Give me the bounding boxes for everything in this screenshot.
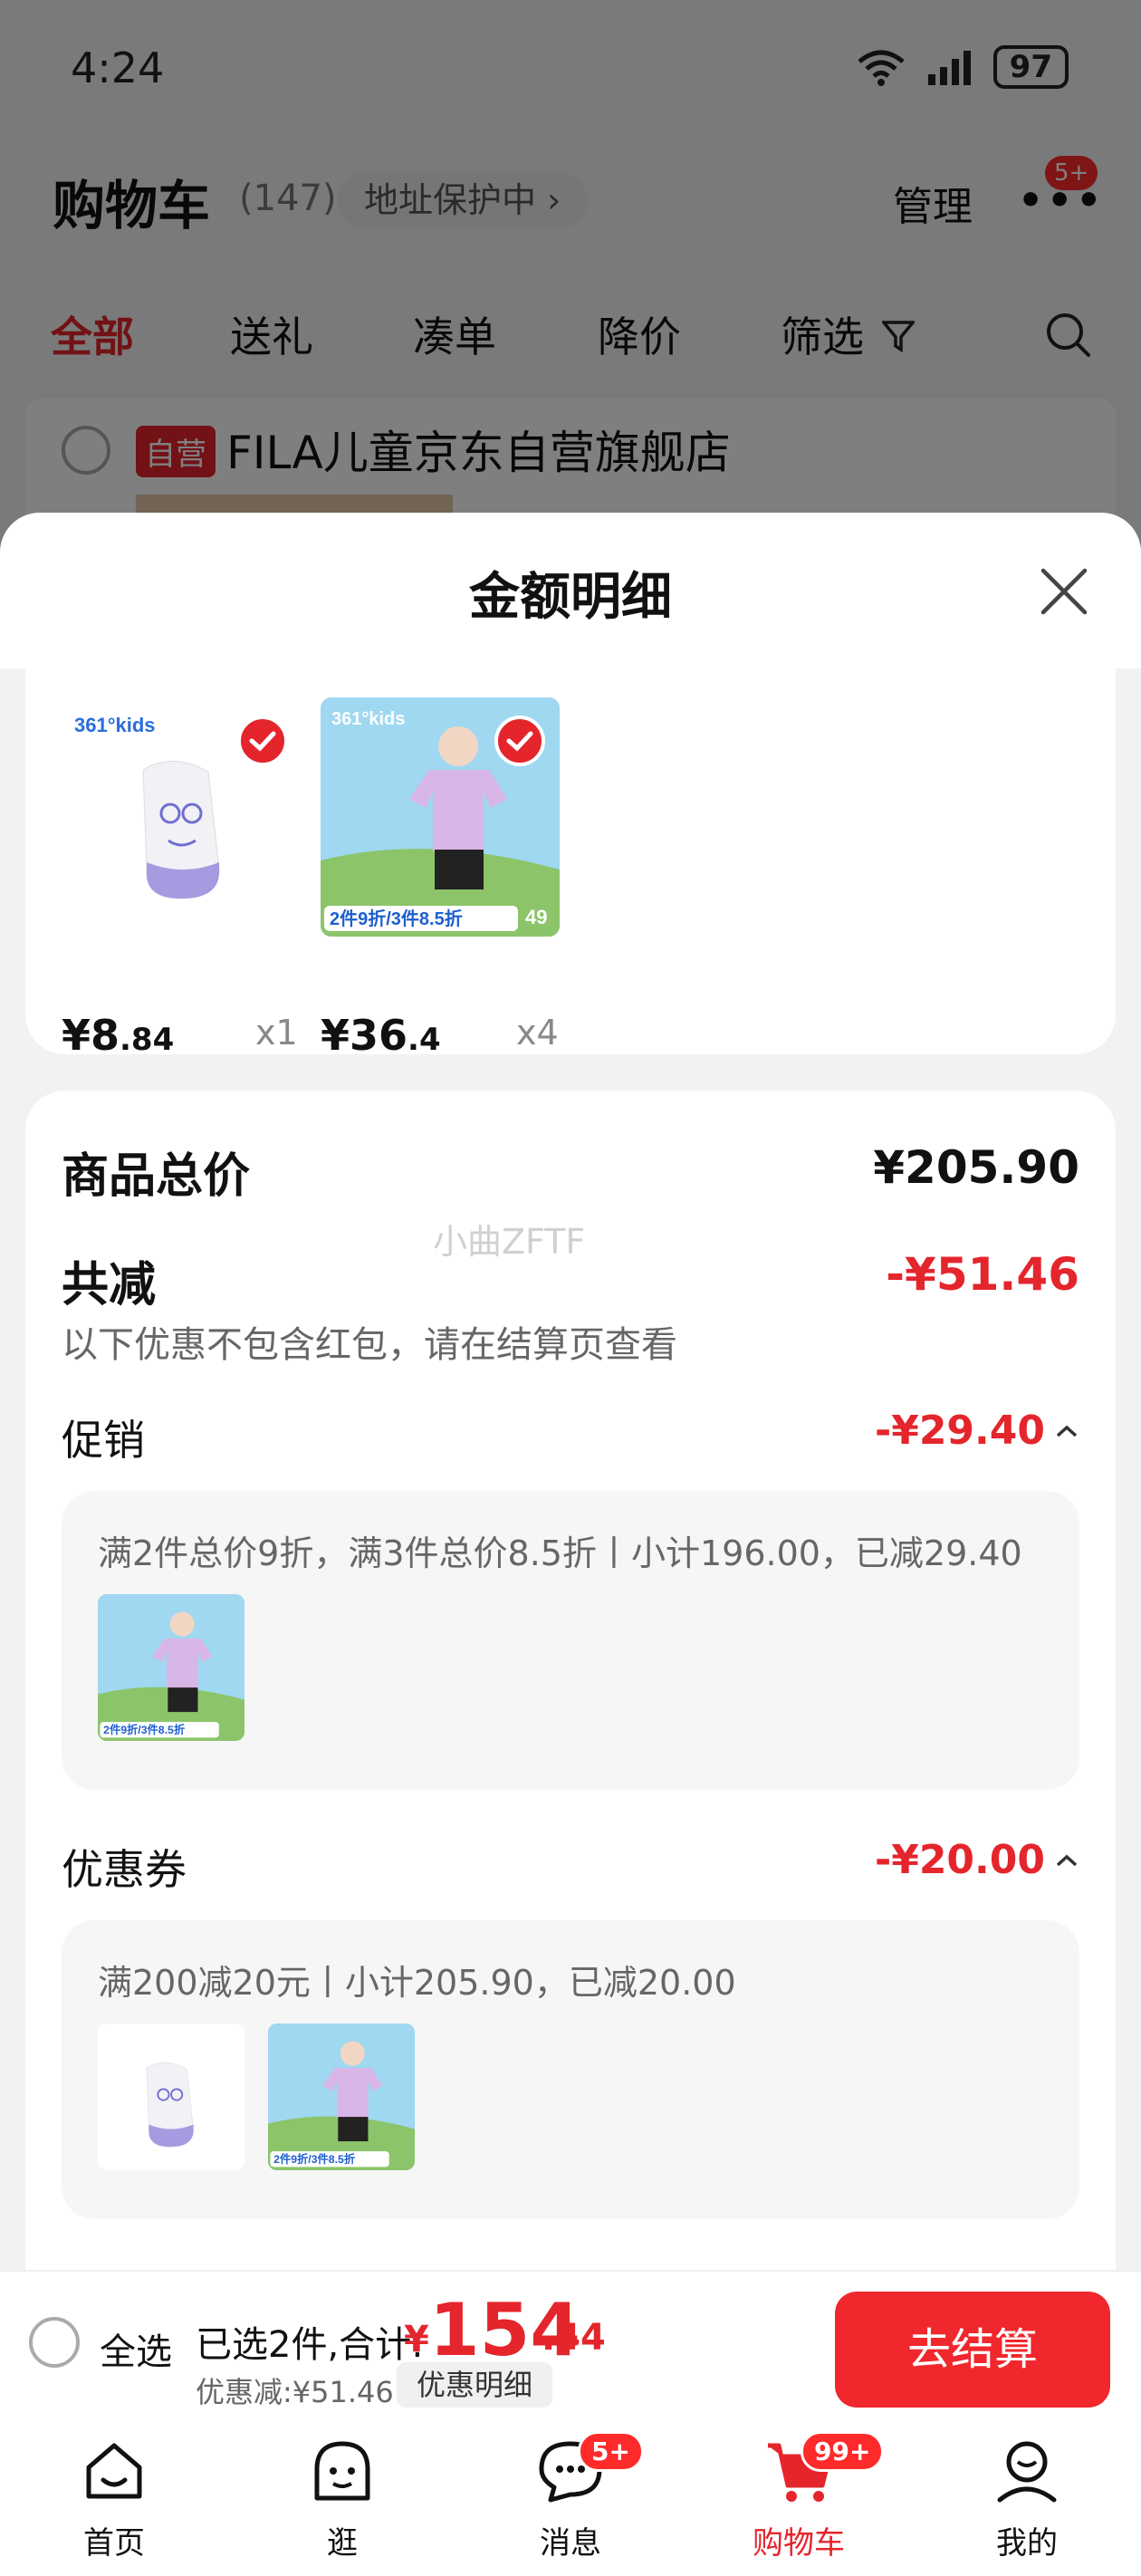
item-price: ¥8.84: [62, 1011, 175, 1060]
selected-summary: 已选2件,合计:: [196, 2324, 424, 2366]
selected-items-card: 361°kids 361°kids 2件9折/3件8.5折 49 ¥8.84 x…: [25, 668, 1116, 1060]
nav-label: 我的: [996, 2525, 1058, 2562]
home-icon: [86, 2443, 142, 2499]
chevron-up-icon: [1056, 1425, 1078, 1437]
item-quantity: x1: [255, 1013, 298, 1053]
nav-label: 逛: [327, 2525, 358, 2562]
promotion-amount: -¥29.40: [874, 1408, 1045, 1454]
product-image-socks[interactable]: 361°kids: [63, 697, 302, 937]
total-price-label: 商品总价: [62, 1149, 251, 1204]
browse-icon: [314, 2441, 370, 2501]
svg-text:2件9折/3件8.5折: 2件9折/3件8.5折: [330, 908, 463, 929]
total-reduction-label: 共减: [62, 1258, 157, 1312]
nav-cart[interactable]: 99+ 购物车: [708, 2422, 889, 2576]
svg-text:361°kids: 361°kids: [74, 714, 156, 736]
product-image-tshirt[interactable]: 361°kids 2件9折/3件8.5折 49: [321, 697, 560, 937]
checked-icon: [494, 716, 545, 766]
select-all-radio[interactable]: [29, 2317, 80, 2368]
select-all-label[interactable]: 全选: [100, 2322, 172, 2375]
total-price-value: ¥205.90: [873, 1141, 1079, 1194]
checkout-bar: 全选 已选2件,合计: ¥ 154 .44 优惠减:¥51.46 优惠明细 去结…: [0, 2270, 1141, 2422]
promotion-toggle[interactable]: -¥29.40: [875, 1408, 1079, 1454]
nav-label: 购物车: [753, 2525, 845, 2562]
bottom-nav: 首页 逛 5+ 消息 99+ 购物车 我的: [0, 2422, 1141, 2576]
checked-icon: [237, 716, 288, 766]
total-reduction-value: -¥51.46: [886, 1248, 1079, 1301]
promotion-detail-box: 满2件总价9折，满3件总价8.5折丨小计196.00，已减29.40 2件9折/…: [62, 1491, 1079, 1790]
close-icon[interactable]: [1032, 560, 1096, 623]
discount-detail-button[interactable]: 优惠明细: [397, 2362, 553, 2408]
sheet-title: 金额明细: [469, 568, 672, 627]
nav-browse[interactable]: 逛: [252, 2422, 433, 2576]
tshirt-thumbnail: 2件9折/3件8.5折: [98, 1594, 244, 1741]
reduction-hint: 以下优惠不包含红包，请在结算页查看: [62, 1324, 677, 1366]
svg-text:2件9折/3件8.5折: 2件9折/3件8.5折: [103, 1723, 186, 1736]
amount-detail-sheet: 金额明细 361°kids 361°kids 2件9折/3件8.5折 49 ¥8…: [0, 513, 1141, 2576]
coupon-label: 优惠券: [62, 1845, 187, 1894]
coupon-item-thumbnail[interactable]: [98, 2023, 244, 2170]
socks-thumbnail: [98, 2023, 244, 2170]
nav-home[interactable]: 首页: [24, 2422, 205, 2576]
promotion-description: 满2件总价9折，满3件总价8.5折丨小计196.00，已减29.40: [98, 1533, 1022, 1573]
svg-text:361°kids: 361°kids: [331, 709, 405, 729]
coupon-toggle[interactable]: -¥20.00: [875, 1837, 1079, 1883]
nav-label: 首页: [83, 2525, 145, 2562]
promotion-item-thumbnail[interactable]: 2件9折/3件8.5折: [98, 1594, 244, 1741]
total-amount-decimal: .44: [542, 2317, 606, 2359]
watermark: 小曲ZFTF: [433, 1222, 586, 1262]
chevron-up-icon: [1056, 1854, 1078, 1866]
coupon-detail-box: 满200减20元丨小计205.90，已减20.00 2件9折/3件8.5折: [62, 1920, 1079, 2219]
cart-badge: 99+: [801, 2431, 885, 2472]
svg-text:49: 49: [525, 906, 547, 928]
messages-badge: 5+: [578, 2431, 644, 2472]
item-price: ¥36.4: [321, 1011, 441, 1060]
svg-text:2件9折/3件8.5折: 2件9折/3件8.5折: [273, 2152, 356, 2166]
nav-messages[interactable]: 5+ 消息: [480, 2422, 661, 2576]
nav-profile[interactable]: 我的: [936, 2422, 1117, 2576]
nav-label: 消息: [540, 2525, 601, 2562]
coupon-amount: -¥20.00: [874, 1837, 1045, 1883]
total-currency: ¥: [404, 2319, 429, 2360]
coupon-description: 满200减20元丨小计205.90，已减20.00: [98, 1963, 736, 2003]
sheet-header: 金额明细: [0, 513, 1141, 668]
promotion-label: 促销: [62, 1416, 145, 1465]
tshirt-thumbnail: 2件9折/3件8.5折: [268, 2023, 415, 2170]
discount-amount: 优惠减:¥51.46: [196, 2375, 394, 2409]
profile-icon: [997, 2441, 1057, 2503]
checkout-button[interactable]: 去结算: [835, 2292, 1110, 2408]
item-quantity: x4: [516, 1013, 559, 1053]
coupon-item-thumbnail[interactable]: 2件9折/3件8.5折: [268, 2023, 415, 2170]
